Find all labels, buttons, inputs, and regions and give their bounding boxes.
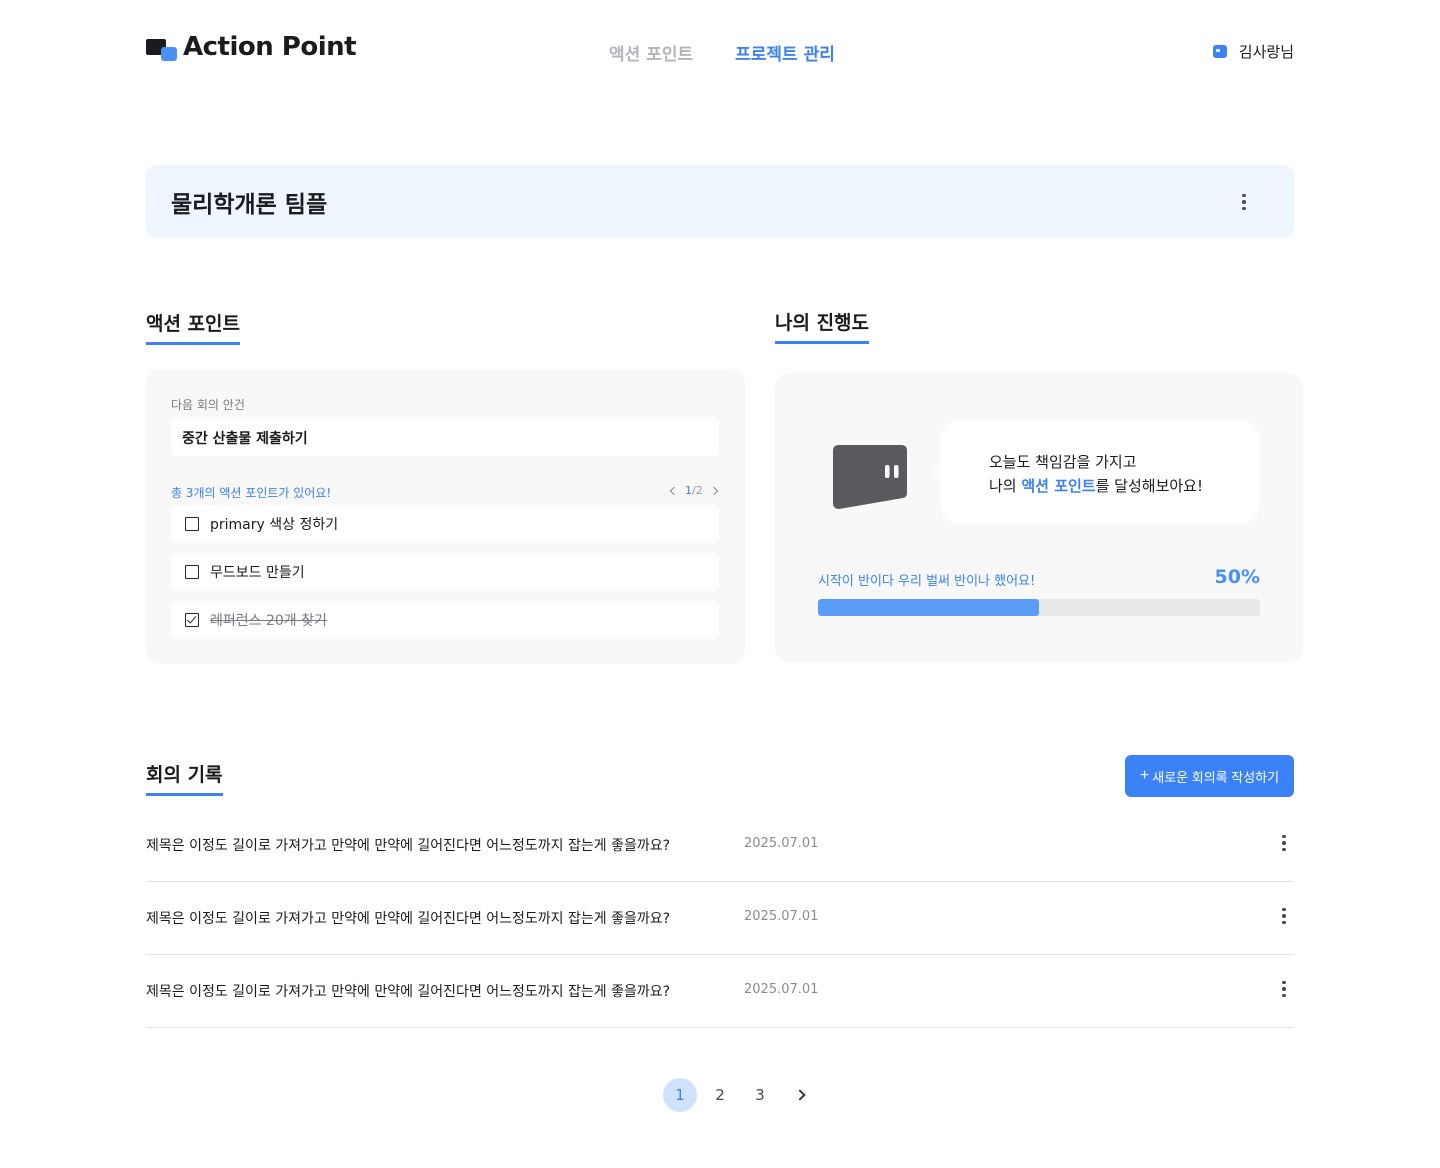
project-title: 물리학개론 팀플 bbox=[171, 192, 328, 218]
progress-bar bbox=[818, 599, 1260, 616]
project-banner: 물리학개론 팀플 bbox=[146, 165, 1294, 238]
meeting-title[interactable]: 제목은 이정도 길이로 가져가고 만약에 만약에 길어진다면 어느정도까지 잡는… bbox=[146, 981, 670, 1001]
main-nav: 액션 포인트 프로젝트 관리 bbox=[609, 40, 835, 65]
bubble-highlight: 액션 포인트 bbox=[1021, 477, 1096, 495]
checkbox-checked-icon[interactable] bbox=[185, 613, 199, 627]
mascot-icon bbox=[833, 445, 907, 509]
pagination: 1 2 3 bbox=[663, 1078, 817, 1112]
logo-icon bbox=[146, 33, 179, 61]
action-points-pager: 1/2 bbox=[669, 484, 718, 497]
meeting-record-row[interactable]: 제목은 이정도 길이로 가져가고 만약에 만약에 길어진다면 어느정도까지 잡는… bbox=[146, 809, 1294, 882]
more-icon[interactable] bbox=[1274, 833, 1294, 853]
more-icon[interactable] bbox=[1274, 979, 1294, 999]
page-button-3[interactable]: 3 bbox=[743, 1078, 777, 1112]
action-point-item[interactable]: 무드보드 만들기 bbox=[171, 553, 719, 591]
checkbox-icon[interactable] bbox=[185, 517, 199, 531]
new-meeting-label: 새로운 회의록 작성하기 bbox=[1152, 769, 1280, 785]
progress-message: 시작이 반이다 우리 벌써 반이나 했어요! bbox=[818, 574, 1036, 589]
meeting-record-row[interactable]: 제목은 이정도 길이로 가져가고 만약에 만약에 길어진다면 어느정도까지 잡는… bbox=[146, 955, 1294, 1028]
action-points-count: 총 3개의 액션 포인트가 있어요! bbox=[171, 486, 332, 500]
more-icon[interactable] bbox=[1274, 906, 1294, 926]
action-point-label: 무드보드 만들기 bbox=[210, 565, 305, 581]
meetings-section-title: 회의 기록 bbox=[146, 760, 223, 796]
meeting-date: 2025.07.01 bbox=[744, 909, 819, 924]
meeting-record-row[interactable]: 제목은 이정도 길이로 가져가고 만약에 만약에 길어진다면 어느정도까지 잡는… bbox=[146, 882, 1294, 955]
prev-page-icon[interactable] bbox=[669, 486, 679, 495]
action-point-item[interactable]: primary 색상 정하기 bbox=[171, 505, 719, 543]
next-agenda-field[interactable]: 중간 산출물 제출하기 bbox=[171, 417, 719, 456]
page-button-2[interactable]: 2 bbox=[703, 1078, 737, 1112]
plus-icon: + bbox=[1139, 767, 1150, 784]
speech-bubble: 오늘도 책임감을 가지고 나의 액션 포인트를 달성해보아요! bbox=[931, 420, 1260, 524]
progress-section-title: 나의 진행도 bbox=[775, 308, 870, 344]
top-header: Action Point 액션 포인트 프로젝트 관리 김사랑님 bbox=[146, 30, 1294, 70]
user-menu[interactable]: 김사랑님 bbox=[1212, 41, 1294, 62]
meeting-title[interactable]: 제목은 이정도 길이로 가져가고 만약에 만약에 길어진다면 어느정도까지 잡는… bbox=[146, 908, 670, 928]
meeting-date: 2025.07.01 bbox=[744, 982, 819, 997]
new-meeting-button[interactable]: + 새로운 회의록 작성하기 bbox=[1125, 755, 1294, 797]
progress-card: 오늘도 책임감을 가지고 나의 액션 포인트를 달성해보아요! 시작이 반이다 … bbox=[775, 373, 1303, 662]
bubble-line-2-suffix: 를 달성해보아요! bbox=[1095, 477, 1203, 495]
meeting-title[interactable]: 제목은 이정도 길이로 가져가고 만약에 만약에 길어진다면 어느정도까지 잡는… bbox=[146, 835, 670, 855]
meeting-date: 2025.07.01 bbox=[744, 836, 819, 851]
progress-percent: 50% bbox=[1214, 566, 1260, 588]
bubble-line-2-prefix: 나의 bbox=[989, 477, 1022, 495]
progress-bar-fill bbox=[818, 599, 1039, 616]
nav-item-action-point[interactable]: 액션 포인트 bbox=[609, 40, 693, 65]
next-page-button[interactable] bbox=[783, 1078, 817, 1112]
action-point-label: primary 색상 정하기 bbox=[210, 517, 339, 533]
pager-current: 1 bbox=[685, 484, 692, 497]
action-point-item[interactable]: 레퍼런스 20개 찾기 bbox=[171, 601, 719, 639]
pager-total: /2 bbox=[692, 484, 703, 497]
bubble-line-1: 오늘도 책임감을 가지고 bbox=[989, 453, 1137, 471]
action-points-card: 다음 회의 안건 중간 산출물 제출하기 총 3개의 액션 포인트가 있어요! … bbox=[146, 369, 745, 664]
checkbox-icon[interactable] bbox=[185, 565, 199, 579]
next-page-icon[interactable] bbox=[709, 486, 718, 495]
chevron-right-icon bbox=[794, 1089, 806, 1101]
nav-item-project-management[interactable]: 프로젝트 관리 bbox=[735, 40, 835, 65]
action-point-label: 레퍼런스 20개 찾기 bbox=[210, 613, 327, 629]
next-agenda-label: 다음 회의 안건 bbox=[171, 398, 245, 412]
logo[interactable]: Action Point bbox=[146, 32, 357, 62]
logo-text: Action Point bbox=[183, 32, 357, 62]
user-name: 김사랑님 bbox=[1238, 43, 1294, 61]
project-more-icon[interactable] bbox=[1234, 192, 1254, 212]
action-points-section-title: 액션 포인트 bbox=[146, 309, 241, 345]
user-avatar-icon bbox=[1212, 45, 1227, 58]
page-button-1[interactable]: 1 bbox=[663, 1078, 697, 1112]
